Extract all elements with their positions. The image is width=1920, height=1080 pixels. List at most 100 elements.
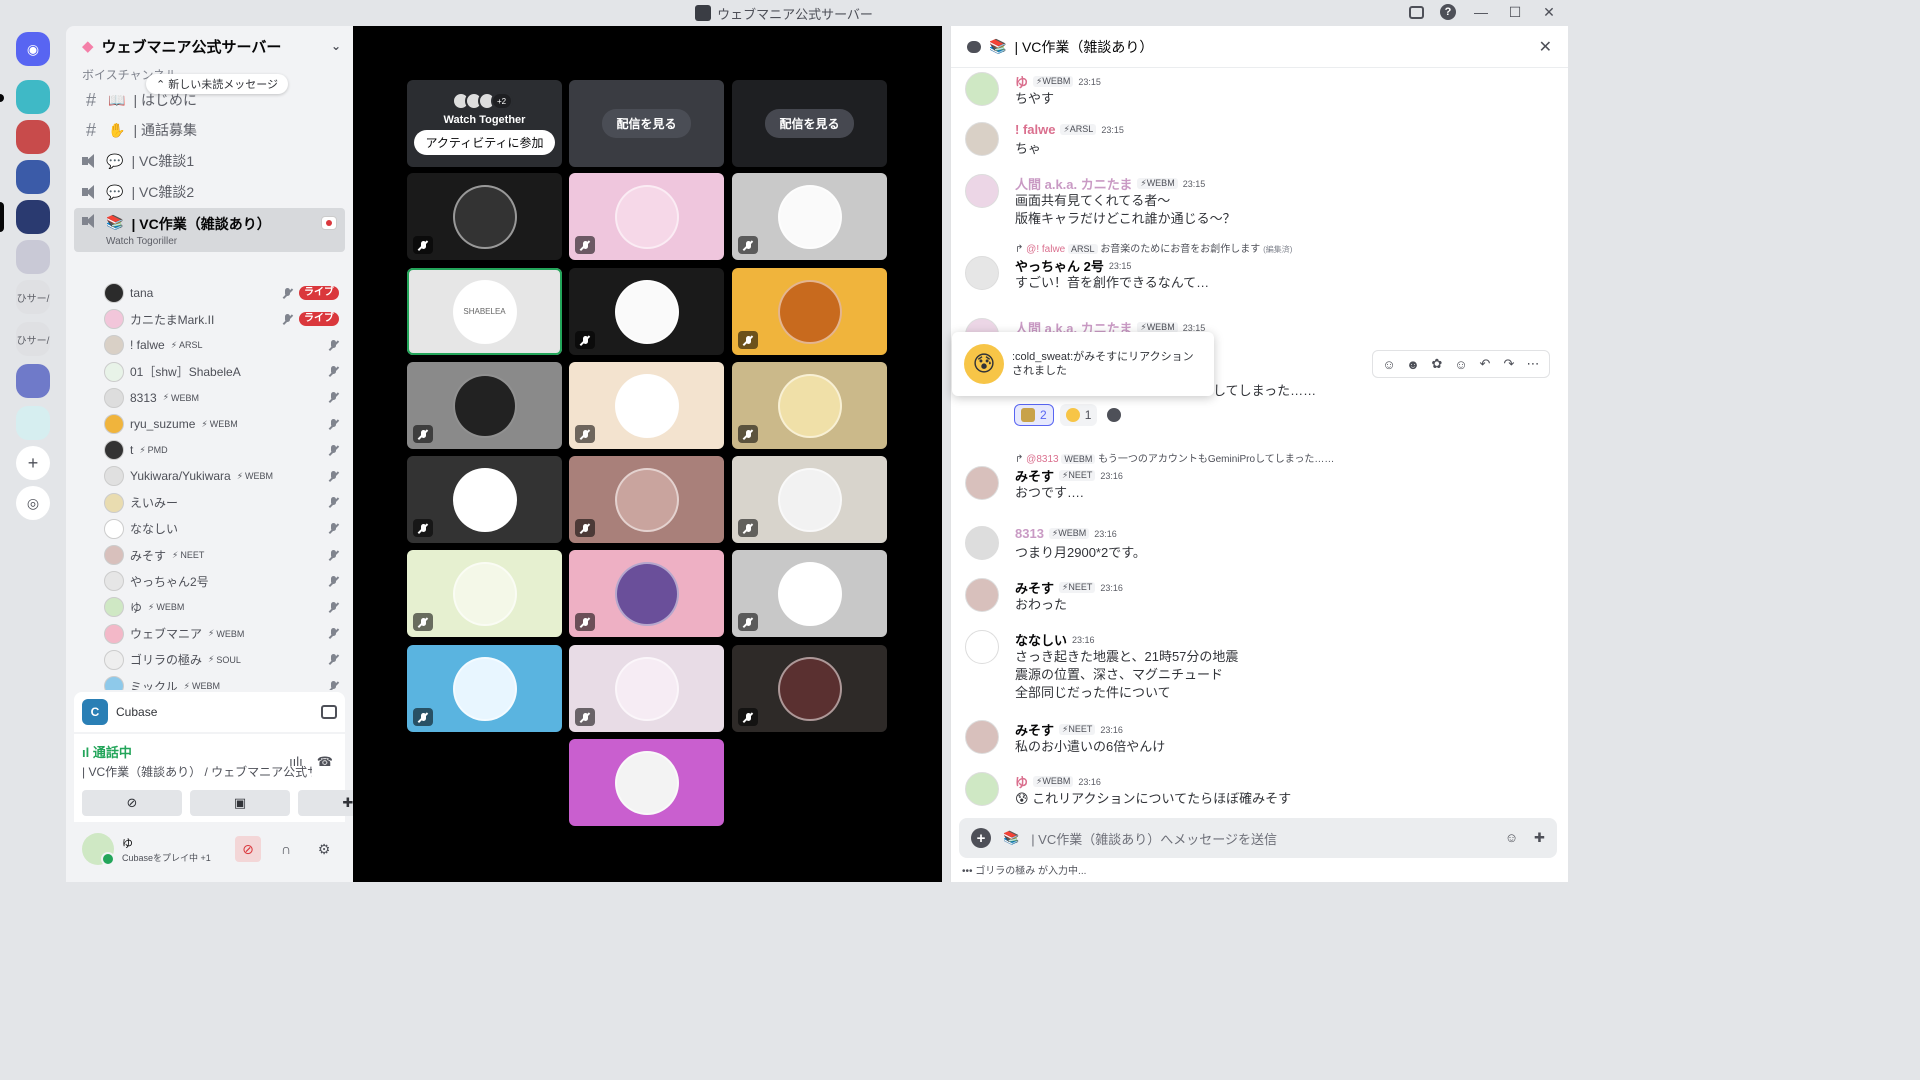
participant-tile[interactable] <box>732 456 887 543</box>
server-icon-6[interactable] <box>16 364 50 398</box>
participant-tile[interactable] <box>569 645 724 732</box>
server-folder-2[interactable]: ひサー/ <box>16 322 50 356</box>
voice-member[interactable]: みそす ⚡ NEET <box>104 542 345 568</box>
participant-tile[interactable] <box>407 456 562 543</box>
message-author[interactable]: みそす <box>1015 466 1054 485</box>
participant-tile[interactable] <box>732 173 887 260</box>
join-activity-button[interactable]: アクティビティに参加 <box>413 130 556 155</box>
channel-hajimeni[interactable]: # 📖 | はじめに <box>74 86 345 114</box>
message-avatar[interactable] <box>965 466 999 500</box>
emoji-picker-icon[interactable]: ☺ <box>1505 830 1518 846</box>
channel-vc-zatsudan-2[interactable]: 💬 | VC雑談2 <box>74 178 345 206</box>
inbox-icon[interactable] <box>1409 5 1424 19</box>
server-icon-7[interactable] <box>16 406 50 440</box>
disconnect-icon[interactable]: ☎ <box>317 754 333 770</box>
reply-icon[interactable]: ↶ <box>1477 356 1493 372</box>
message-author[interactable]: ! falwe <box>1015 122 1055 137</box>
quick-reaction-3-icon[interactable]: ✿ <box>1429 356 1445 372</box>
screen-share-button[interactable]: ▣ <box>190 790 290 816</box>
voice-member[interactable]: t ⚡ PMD <box>104 437 345 463</box>
more-options-icon[interactable]: ⋯ <box>1525 356 1541 372</box>
participant-tile[interactable] <box>569 268 724 355</box>
chat-message[interactable]: 人間 a.k.a. カニたま ⚡WEBM 23:15 画面共有見てくれてる者〜 版権キ… <box>951 168 1561 238</box>
message-author[interactable]: 人間 a.k.a. カニたま <box>1015 174 1132 193</box>
server-header[interactable]: ◆ ウェブマニア公式サーバー ⌄ <box>66 26 353 66</box>
add-reaction-button[interactable] <box>1103 404 1125 426</box>
server-icon-current[interactable] <box>16 200 50 234</box>
help-icon[interactable]: ? <box>1440 4 1456 20</box>
settings-gear-icon[interactable]: ⚙ <box>311 836 337 862</box>
stream-tile[interactable]: 配信を見る <box>732 80 887 167</box>
user-avatar[interactable] <box>82 833 115 866</box>
voice-member[interactable]: tana ライブ <box>104 280 345 306</box>
maximize-button[interactable]: ☐ <box>1506 3 1524 21</box>
server-icon-3[interactable] <box>16 160 50 194</box>
forward-icon[interactable]: ↷ <box>1501 356 1517 372</box>
voice-member[interactable]: ! falwe ⚡ ARSL <box>104 332 345 358</box>
participant-tile[interactable]: SHABELEA <box>407 268 562 355</box>
server-icon-2[interactable] <box>16 120 50 154</box>
server-icon-1[interactable] <box>16 80 50 114</box>
minimize-button[interactable]: — <box>1472 3 1490 21</box>
participant-tile[interactable] <box>407 173 562 260</box>
add-reaction-icon[interactable]: ☺ <box>1453 357 1469 372</box>
voice-member[interactable]: ゆ ⚡ WEBM <box>104 594 345 620</box>
message-avatar[interactable] <box>965 174 999 208</box>
message-avatar[interactable] <box>965 72 999 106</box>
participant-tile[interactable] <box>569 173 724 260</box>
voice-member[interactable]: ななしい <box>104 516 345 542</box>
attach-plus-icon[interactable]: + <box>971 828 991 848</box>
message-author[interactable]: ななしい <box>1015 630 1067 649</box>
participant-tile[interactable] <box>569 739 724 826</box>
message-avatar[interactable] <box>965 630 999 664</box>
participant-tile[interactable] <box>569 456 724 543</box>
microphone-muted-icon[interactable]: ⊘ <box>235 836 261 862</box>
camera-off-button[interactable]: ⊘ <box>82 790 182 816</box>
noise-suppression-icon[interactable]: ıılı <box>289 754 303 770</box>
watch-stream-button[interactable]: 配信を見る <box>602 109 691 138</box>
screen-share-icon[interactable] <box>321 705 337 719</box>
channel-vc-zatsudan-1[interactable]: 💬 | VC雑談1 <box>74 147 345 175</box>
participant-tile[interactable] <box>569 550 724 637</box>
message-avatar[interactable] <box>965 772 999 806</box>
watch-together-tile[interactable]: +2 Watch Together アクティビティに参加 <box>407 80 562 167</box>
message-avatar[interactable] <box>965 720 999 754</box>
message-avatar[interactable] <box>965 122 999 156</box>
voice-member[interactable]: ryu_suzume ⚡ WEBM <box>104 411 345 437</box>
reply-preview[interactable]: ↱ @! falwe ARSL お音楽のためにお音をお創作します (編集済) <box>1015 240 1292 255</box>
voice-location[interactable]: | VC作業（雑談あり） / ウェブマニア公式サ... <box>82 763 312 780</box>
close-window-button[interactable]: ✕ <box>1540 3 1558 21</box>
message-author[interactable]: やっちゃん 2号 <box>1015 256 1104 275</box>
message-author[interactable]: ゆ <box>1015 72 1028 91</box>
reaction-gorilla[interactable]: 2 <box>1014 404 1054 426</box>
chevron-down-icon[interactable]: ⌄ <box>331 39 341 53</box>
channel-vc-sagyou[interactable]: 📚 | VC作業（雑談あり） Watch Togoriller <box>74 208 345 252</box>
message-author[interactable]: 8313 <box>1015 526 1044 541</box>
server-folder-1[interactable]: ひサー/ <box>16 280 50 314</box>
chat-message[interactable]: ななしい 23:16 さっき起きた地震と、21時57分の地震 震源の位置、深さ、マグ… <box>951 624 1561 700</box>
voice-member[interactable]: カニたまMark.II ライブ <box>104 306 345 332</box>
participant-tile[interactable] <box>732 362 887 449</box>
voice-member[interactable]: Yukiwara/Yukiwara ⚡ WEBM <box>104 463 345 489</box>
participant-tile[interactable] <box>407 645 562 732</box>
participant-tile[interactable] <box>569 362 724 449</box>
voice-member[interactable]: ゴリラの極み ⚡ SOUL <box>104 647 345 673</box>
reaction-cold-sweat[interactable]: 1 <box>1059 404 1098 426</box>
message-avatar[interactable] <box>965 526 999 560</box>
chat-message[interactable]: ↱ @8313 WEBM もう一つのアカウントもGeminiProしてしまった…… <box>951 448 1561 518</box>
message-author[interactable]: みそす <box>1015 578 1054 597</box>
quick-reaction-2-icon[interactable]: ☻ <box>1405 357 1421 372</box>
voice-member[interactable]: ミックル ⚡ WEBM <box>104 673 345 690</box>
reply-preview[interactable]: ↱ @8313 WEBM もう一つのアカウントもGeminiProしてしまった…… <box>1015 450 1334 465</box>
participant-tile[interactable] <box>732 268 887 355</box>
participant-tile[interactable] <box>407 550 562 637</box>
chat-message[interactable]: ↱ @! falwe ARSL お音楽のためにお音をお創作します (編集済) やっ… <box>951 238 1561 308</box>
message-author[interactable]: ゆ <box>1015 772 1028 791</box>
channel-tsuwa-boshu[interactable]: # ✋ | 通話募集 <box>74 116 345 144</box>
voice-member[interactable]: 01［shw］ShabeleA <box>104 359 345 385</box>
stream-tile[interactable]: 配信を見る <box>569 80 724 167</box>
message-avatar[interactable] <box>965 256 999 290</box>
quick-reaction-1-icon[interactable]: ☺ <box>1381 357 1397 372</box>
participant-tile[interactable] <box>407 362 562 449</box>
participant-tile[interactable] <box>732 645 887 732</box>
